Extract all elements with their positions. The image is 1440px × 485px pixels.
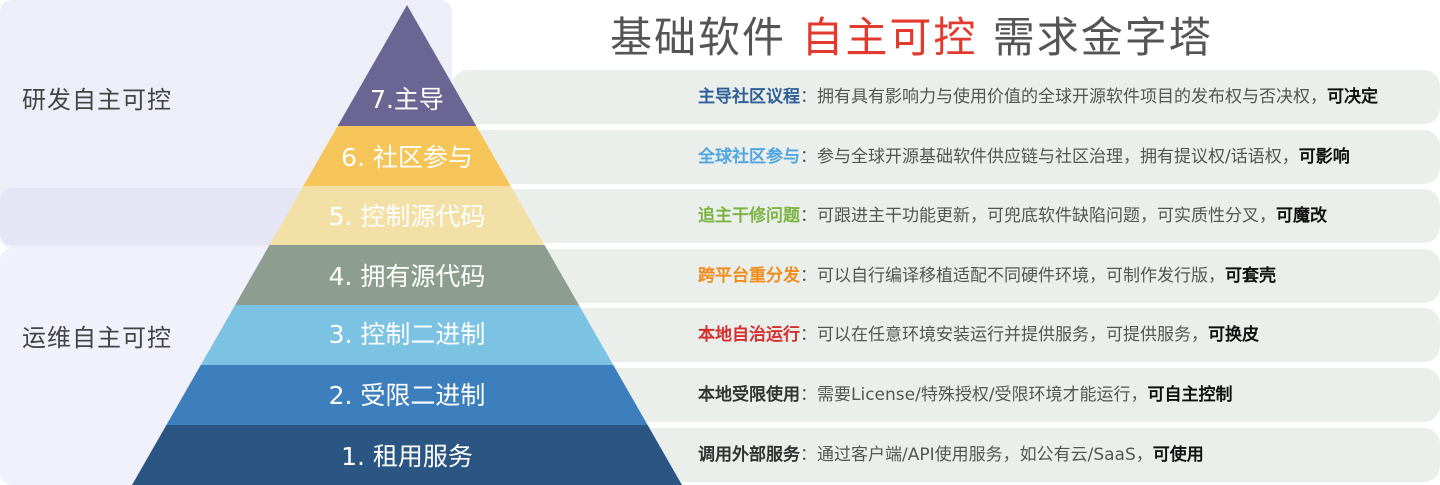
pyramid-tier-label-3: 3. 控制二进制 xyxy=(329,320,486,349)
tier-row-description: 可以自行编译移植适配不同硬件环境，可制作发行版， xyxy=(817,266,1225,286)
tier-row-description: 参与全球开源基础软件供应链与社区治理，拥有提议权/话语权， xyxy=(817,147,1299,167)
tier-row-title: 本地自治运行 xyxy=(698,325,800,345)
pyramid-tier-label-1: 1. 租用服务 xyxy=(341,442,473,471)
tier-row-separator: ： xyxy=(800,266,817,286)
pyramid-tier-label-2: 2. 受限二进制 xyxy=(329,381,486,410)
tier-row: 追主干修问题：可跟进主干功能更新，可兜底软件缺陷问题，可实质性分叉，可魔改 xyxy=(698,189,1327,243)
tier-row-capability: 可影响 xyxy=(1298,147,1350,167)
title-suffix: 需求金字塔 xyxy=(977,13,1213,62)
tier-row-capability: 可决定 xyxy=(1327,87,1378,107)
title-highlight: 自主可控 xyxy=(801,13,978,62)
tier-row-description: 需要License/特殊授权/受限环境才能运行， xyxy=(817,385,1148,405)
tier-row-title: 本地受限使用 xyxy=(698,385,800,405)
page-title: 基础软件 自主可控 需求金字塔 xyxy=(610,4,1213,65)
tier-row-description: 拥有具有影响力与使用价值的全球开源软件项目的发布权与否决权， xyxy=(817,87,1327,107)
tier-row: 本地受限使用：需要License/特殊授权/受限环境才能运行，可自主控制 xyxy=(698,368,1233,422)
tier-row-capability: 可套壳 xyxy=(1225,266,1276,286)
tier-row-title: 调用外部服务 xyxy=(698,445,800,465)
tier-row-capability: 可自主控制 xyxy=(1147,385,1233,405)
tier-row-description: 可跟进主干功能更新，可兜底软件缺陷问题，可实质性分叉， xyxy=(817,206,1276,226)
tier-row: 全球社区参与：参与全球开源基础软件供应链与社区治理，拥有提议权/话语权，可影响 xyxy=(698,130,1350,184)
tier-row-capability: 可魔改 xyxy=(1276,206,1327,226)
tier-row-title: 跨平台重分发 xyxy=(698,266,800,286)
pyramid-tier-label-5: 5. 控制源代码 xyxy=(329,202,486,231)
tier-row-title: 主导社区议程 xyxy=(698,87,800,107)
tier-row-title: 追主干修问题 xyxy=(698,206,800,226)
pyramid-tier-label-6: 6. 社区参与 xyxy=(341,143,473,172)
tier-row-separator: ： xyxy=(800,147,817,167)
requirement-pyramid: 7.主导 6. 社区参与 5. 控制源代码 4. 拥有源代码 3. 控制二进制 2. 受限… xyxy=(132,5,682,485)
tier-row: 主导社区议程：拥有具有影响力与使用价值的全球开源软件项目的发布权与否决权，可决定 xyxy=(698,70,1378,124)
tier-row-capability: 可换皮 xyxy=(1208,325,1259,345)
tier-row-separator: ： xyxy=(800,325,817,345)
tier-row-title: 全球社区参与 xyxy=(698,147,800,167)
tier-row-description: 通过客户端/API使用服务，如公有云/SaaS， xyxy=(817,445,1153,465)
tier-row-description: 可以在任意环境安装运行并提供服务，可提供服务， xyxy=(817,325,1208,345)
tier-row: 跨平台重分发：可以自行编译移植适配不同硬件环境，可制作发行版，可套壳 xyxy=(698,249,1276,303)
tier-row: 本地自治运行：可以在任意环境安装运行并提供服务，可提供服务，可换皮 xyxy=(698,308,1259,362)
tier-row-capability: 可使用 xyxy=(1152,445,1204,465)
tier-row: 调用外部服务：通过客户端/API使用服务，如公有云/SaaS，可使用 xyxy=(698,428,1204,482)
tier-row-separator: ： xyxy=(800,206,817,226)
tier-row-separator: ： xyxy=(800,445,817,465)
pyramid-tier-label-4: 4. 拥有源代码 xyxy=(329,262,486,291)
pyramid-tier-label-7: 7.主导 xyxy=(370,85,444,114)
tier-row-separator: ： xyxy=(800,385,817,405)
tier-row-separator: ： xyxy=(800,87,817,107)
